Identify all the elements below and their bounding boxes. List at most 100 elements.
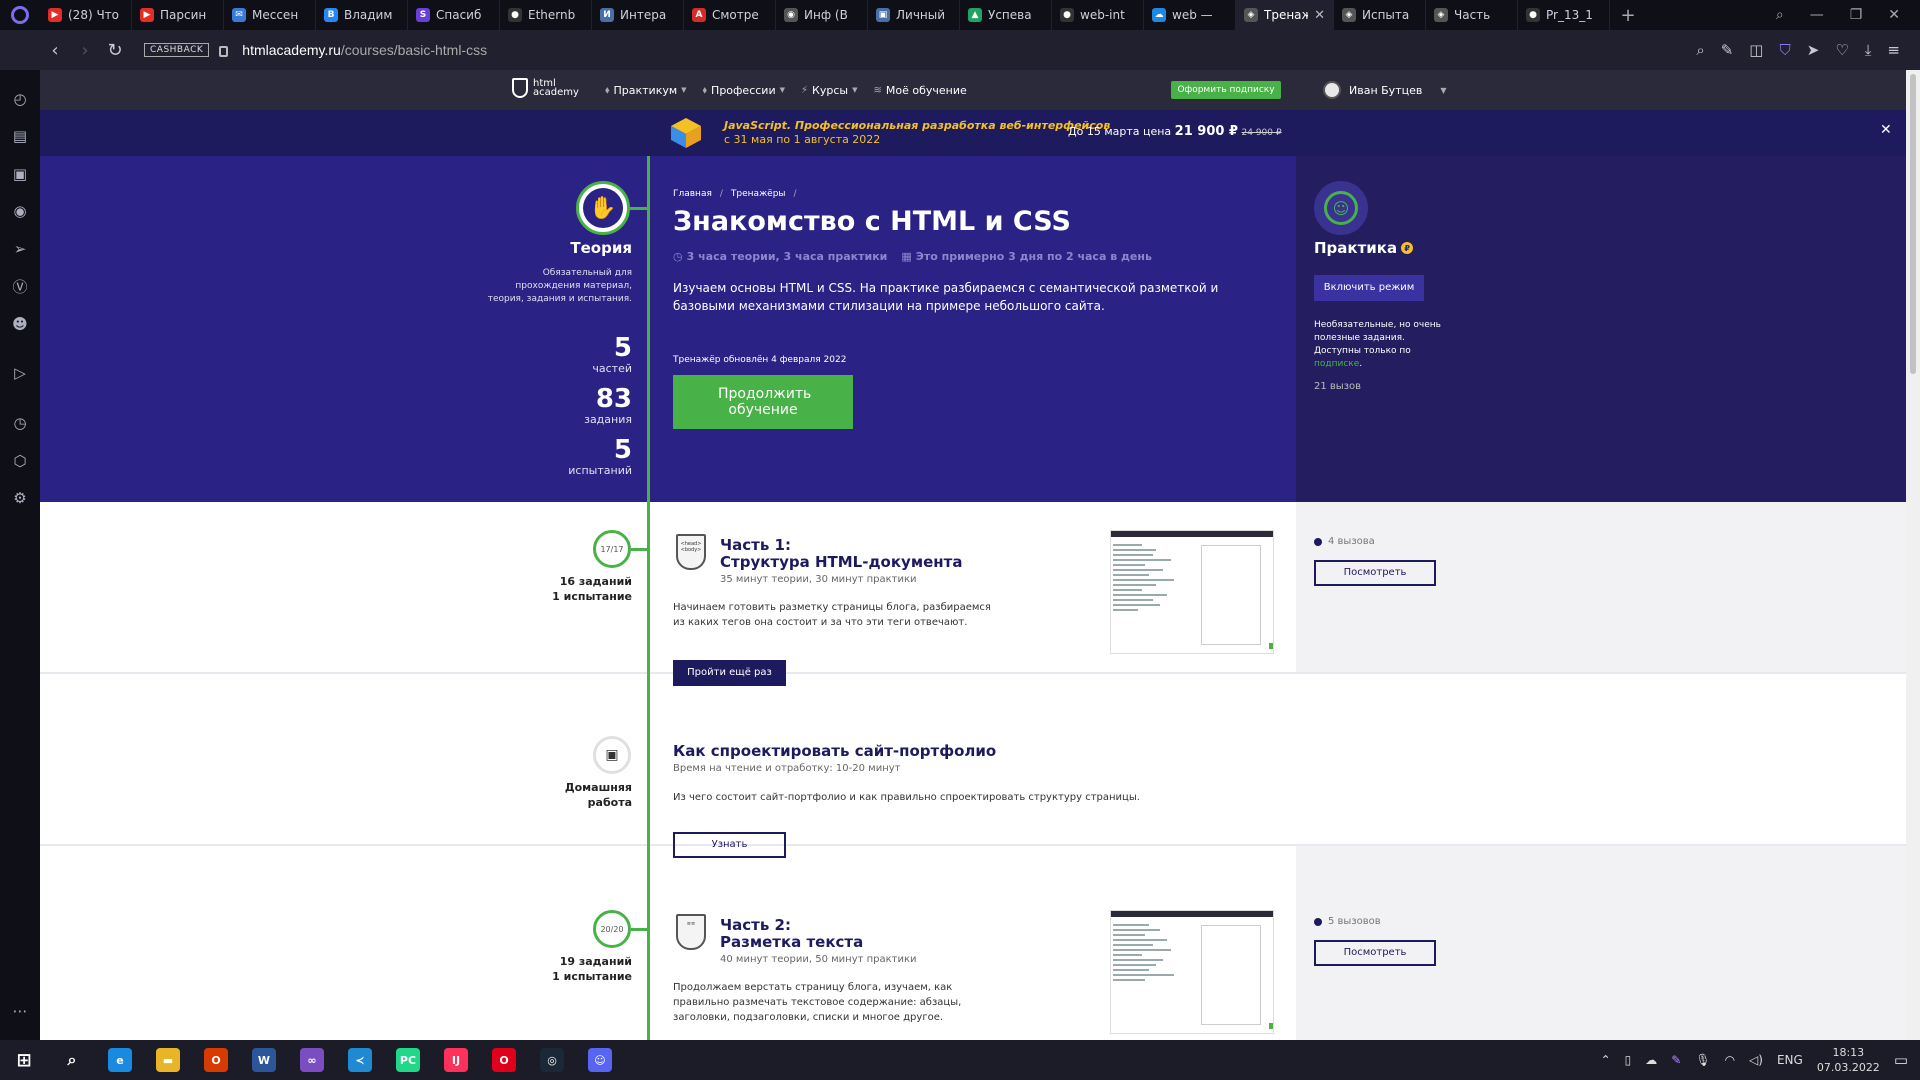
- homework-title[interactable]: Как спроектировать сайт-портфолио: [673, 742, 996, 760]
- url-field[interactable]: htmlacademy.ru/courses/basic-html-css: [242, 42, 487, 58]
- close-window-icon[interactable]: ✕: [1888, 7, 1900, 23]
- discord-icon[interactable]: ☺: [576, 1040, 624, 1080]
- back-icon[interactable]: ‹: [40, 40, 70, 61]
- menu-practicum[interactable]: ⬧ Практикум ▼: [605, 84, 687, 97]
- browser-tab[interactable]: ▣ Личный: [868, 0, 960, 30]
- phone-icon[interactable]: ▯: [1625, 1053, 1632, 1067]
- edit-icon[interactable]: ✎: [1721, 41, 1734, 59]
- menu-professions[interactable]: ⬧ Профессии ▼: [703, 84, 785, 97]
- part-1-preview[interactable]: [1110, 530, 1274, 654]
- browser-tab[interactable]: ✉ Мессен: [224, 0, 316, 30]
- browser-tab[interactable]: И Интера: [592, 0, 684, 30]
- cashback-badge[interactable]: CASHBACK: [144, 43, 210, 57]
- clock[interactable]: 18:13 07.03.2022: [1817, 1045, 1880, 1075]
- browser-tab[interactable]: ◈ Испыта: [1334, 0, 1426, 30]
- browser-tab[interactable]: ▶ Парсин: [132, 0, 224, 30]
- site-logo[interactable]: html academy: [512, 78, 579, 98]
- browser-tab[interactable]: ◉ Инф (В: [776, 0, 868, 30]
- opera-menu-icon[interactable]: [0, 0, 40, 30]
- subscription-link[interactable]: подписке: [1314, 359, 1359, 369]
- breadcrumb-home[interactable]: Главная: [673, 189, 712, 199]
- vpn-shield-icon[interactable]: ⛉: [1779, 41, 1790, 59]
- search-icon[interactable]: ⌕: [1696, 41, 1704, 59]
- intellij-icon[interactable]: IJ: [432, 1040, 480, 1080]
- telegram-icon[interactable]: ➢: [9, 238, 31, 260]
- workspace-icon[interactable]: ▤: [9, 125, 31, 147]
- search-tabs-icon[interactable]: ⌕: [1776, 7, 1784, 23]
- browser-tab[interactable]: А Смотре: [684, 0, 776, 30]
- browser-tab[interactable]: ● web-int: [1052, 0, 1144, 30]
- part-1-title[interactable]: Часть 1: Структура HTML-документа: [720, 537, 962, 571]
- opera-icon[interactable]: O: [480, 1040, 528, 1080]
- word-icon[interactable]: W: [240, 1040, 288, 1080]
- office-icon[interactable]: O: [192, 1040, 240, 1080]
- tab-favicon-icon: ◉: [784, 8, 798, 22]
- browser-tab[interactable]: S Спасиб: [408, 0, 500, 30]
- browser-tab[interactable]: ☁ web —: [1144, 0, 1236, 30]
- browser-tab[interactable]: В Владим: [316, 0, 408, 30]
- scrollbar-thumb[interactable]: [1910, 74, 1916, 374]
- whatsapp-icon[interactable]: ◉: [9, 200, 31, 222]
- enable-mode-button[interactable]: Включить режим: [1314, 275, 1424, 301]
- browser-tab[interactable]: ◈ Тренаж ✕: [1236, 0, 1334, 30]
- chevron-up-icon[interactable]: ⌃: [1601, 1053, 1611, 1067]
- twitch-icon[interactable]: ▣: [9, 163, 31, 185]
- volume-icon[interactable]: ◁): [1749, 1053, 1763, 1067]
- player-icon[interactable]: ▷: [9, 362, 31, 384]
- menu-lines-icon[interactable]: ≡: [1887, 41, 1900, 59]
- promo-banner[interactable]: JavaScript. Профессиональная разработка …: [40, 110, 1906, 156]
- menu-my-learning[interactable]: ≋ Моё обучение: [873, 84, 966, 97]
- language-indicator[interactable]: ENG: [1777, 1053, 1803, 1067]
- microphone-icon[interactable]: 🎙: [1695, 1053, 1710, 1067]
- heart-icon[interactable]: ♡: [1835, 41, 1848, 59]
- part-2-preview[interactable]: [1110, 910, 1274, 1034]
- forward-icon[interactable]: ›: [70, 40, 100, 61]
- extensions-icon[interactable]: ⬡: [9, 450, 31, 472]
- notifications-icon[interactable]: ▭: [1894, 1051, 1908, 1069]
- edge-icon[interactable]: e: [96, 1040, 144, 1080]
- browser-tab[interactable]: ▲ Успева: [960, 0, 1052, 30]
- pen-icon[interactable]: ✎: [1671, 1053, 1681, 1067]
- browser-tab[interactable]: ▶ (28) Что: [40, 0, 132, 30]
- steam-icon[interactable]: ◎: [528, 1040, 576, 1080]
- learn-button[interactable]: Узнать: [673, 832, 786, 858]
- start-icon[interactable]: ⊞: [0, 1040, 48, 1080]
- restore-icon[interactable]: ❐: [1850, 7, 1863, 23]
- explorer-icon[interactable]: ▬: [144, 1040, 192, 1080]
- menu-courses[interactable]: ⚡ Курсы ▼: [801, 84, 857, 97]
- view-button[interactable]: Посмотреть: [1314, 560, 1436, 586]
- subscribe-button[interactable]: Оформить подписку: [1171, 81, 1281, 99]
- professions-icon: ⬧: [702, 84, 708, 96]
- pycharm-icon[interactable]: PC: [384, 1040, 432, 1080]
- browser-tab[interactable]: ◈ Часть: [1426, 0, 1518, 30]
- reload-icon[interactable]: ↻: [100, 40, 130, 61]
- visual-studio-icon[interactable]: ∞: [288, 1040, 336, 1080]
- close-icon[interactable]: ✕: [1880, 122, 1892, 138]
- history-icon[interactable]: ◷: [9, 412, 31, 434]
- close-tab-icon[interactable]: ✕: [1314, 8, 1325, 23]
- view-button[interactable]: Посмотреть: [1314, 940, 1436, 966]
- download-icon[interactable]: ⤓: [1865, 41, 1872, 59]
- breadcrumb-trainers[interactable]: Тренажёры: [731, 189, 786, 199]
- new-tab-button[interactable]: +: [1610, 5, 1646, 26]
- search-icon[interactable]: ⌕: [48, 1040, 96, 1080]
- speed-dial-icon[interactable]: ◴: [9, 88, 31, 110]
- lock-icon[interactable]: [219, 45, 229, 57]
- cloud-icon[interactable]: ☁: [1645, 1053, 1657, 1067]
- camera-icon[interactable]: ◫: [1749, 41, 1763, 59]
- continue-button[interactable]: Продолжить обучение: [673, 375, 853, 429]
- page-scrollbar[interactable]: [1906, 70, 1920, 1040]
- vk-icon[interactable]: Ⓥ: [9, 275, 31, 297]
- vscode-icon[interactable]: ≺: [336, 1040, 384, 1080]
- browser-tab[interactable]: ● Ethernb: [500, 0, 592, 30]
- part-2-title[interactable]: Часть 2: Разметка текста: [720, 917, 863, 951]
- browser-tab[interactable]: ● Pr_13_1: [1518, 0, 1610, 30]
- wifi-icon[interactable]: ◠: [1725, 1053, 1735, 1067]
- settings-icon[interactable]: ⚙: [9, 487, 31, 509]
- minimize-icon[interactable]: —: [1810, 7, 1824, 23]
- retry-button[interactable]: Пройти ещё раз: [673, 660, 786, 686]
- discord-icon[interactable]: ☻: [9, 313, 31, 335]
- user-menu[interactable]: Иван Бутцев ▼: [1323, 81, 1447, 99]
- more-icon[interactable]: ⋯: [9, 1000, 31, 1022]
- send-icon[interactable]: ➤: [1807, 41, 1820, 59]
